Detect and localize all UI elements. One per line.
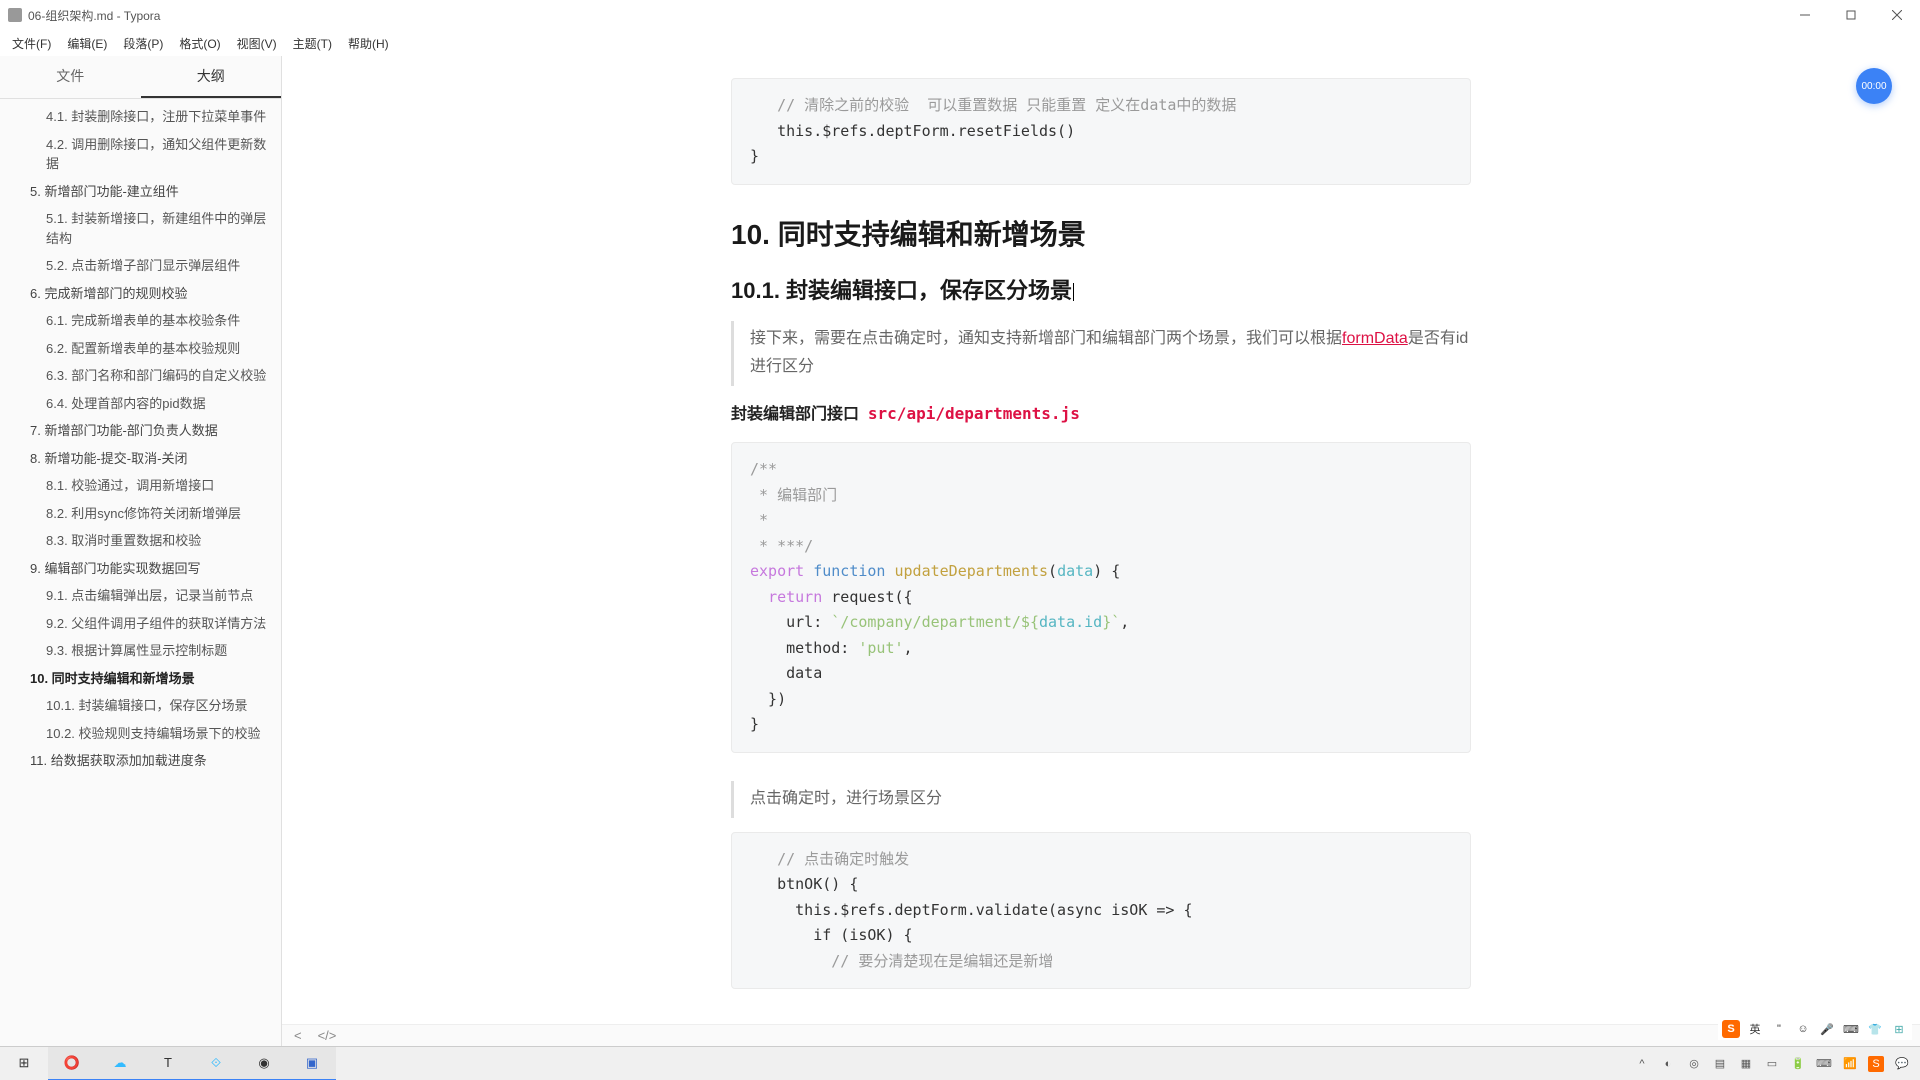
close-button[interactable] bbox=[1874, 0, 1920, 30]
menu-bar: 文件(F) 编辑(E) 段落(P) 格式(O) 视图(V) 主题(T) 帮助(H… bbox=[0, 30, 1920, 56]
outline-item[interactable]: 10. 同时支持编辑和新增场景 bbox=[0, 665, 281, 693]
tray-network-icon[interactable]: 📶 bbox=[1842, 1056, 1858, 1072]
app-icon bbox=[8, 8, 22, 22]
system-tray[interactable]: ^ ◐ ◎ ▤ ▦ ▭ 🔋 ⌨ 📶 S 💬 bbox=[1634, 1056, 1920, 1072]
code-block-btnok: // 点击确定时触发 btnOK() { this.$refs.deptForm… bbox=[731, 832, 1471, 990]
outline-item[interactable]: 4.1. 封装删除接口，注册下拉菜单事件 bbox=[0, 103, 281, 131]
outline-item[interactable]: 5. 新增部门功能-建立组件 bbox=[0, 178, 281, 206]
heading-10-1: 10.1. 封装编辑接口，保存区分场景 bbox=[731, 273, 1471, 305]
ime-punct-icon[interactable]: " bbox=[1770, 1020, 1788, 1038]
taskbar-powershell[interactable]: ▣ bbox=[288, 1047, 336, 1080]
outline-item[interactable]: 8.1. 校验通过，调用新增接口 bbox=[0, 472, 281, 500]
outline-item[interactable]: 10.2. 校验规则支持编辑场景下的校验 bbox=[0, 720, 281, 748]
tab-outline[interactable]: 大纲 bbox=[141, 56, 282, 98]
timer-badge[interactable]: 00:00 bbox=[1856, 68, 1892, 104]
heading-10: 10. 同时支持编辑和新增场景 bbox=[731, 213, 1471, 253]
outline-item[interactable]: 6.3. 部门名称和部门编码的自定义校验 bbox=[0, 362, 281, 390]
ime-voice-icon[interactable]: 🎤 bbox=[1818, 1020, 1836, 1038]
tray-keyboard-icon[interactable]: ⌨ bbox=[1816, 1056, 1832, 1072]
ime-emoji-icon[interactable]: ☺ bbox=[1794, 1020, 1812, 1038]
tray-battery-icon[interactable]: 🔋 bbox=[1790, 1056, 1806, 1072]
taskbar-chrome[interactable]: ◉ bbox=[240, 1047, 288, 1080]
outline-item[interactable]: 4.2. 调用删除接口，通知父组件更新数据 bbox=[0, 131, 281, 178]
tray-icon-4[interactable]: ▦ bbox=[1738, 1056, 1754, 1072]
menu-format[interactable]: 格式(O) bbox=[171, 32, 228, 55]
outline-item[interactable]: 9.1. 点击编辑弹出层，记录当前节点 bbox=[0, 582, 281, 610]
tray-icon-2[interactable]: ◎ bbox=[1686, 1056, 1702, 1072]
taskbar: ⊞ ⭕ ☁ T ⟐ ◉ ▣ ^ ◐ ◎ ▤ ▦ ▭ 🔋 ⌨ 📶 S 💬 bbox=[0, 1046, 1920, 1080]
outline-item[interactable]: 9.2. 父组件调用子组件的获取详情方法 bbox=[0, 610, 281, 638]
editor-area[interactable]: 00:00 // 清除之前的校验 可以重置数据 只能重置 定义在data中的数据… bbox=[282, 56, 1920, 1046]
maximize-button[interactable] bbox=[1828, 0, 1874, 30]
menu-theme[interactable]: 主题(T) bbox=[285, 32, 340, 55]
sidebar: 文件 大纲 4.1. 封装删除接口，注册下拉菜单事件4.2. 调用删除接口，通知… bbox=[0, 56, 282, 1046]
sogou-icon[interactable]: S bbox=[1722, 1020, 1740, 1038]
menu-paragraph[interactable]: 段落(P) bbox=[115, 32, 171, 55]
api-file-label: 封装编辑部门接口 src/api/departments.js bbox=[731, 400, 1471, 428]
outline-item[interactable]: 6. 完成新增部门的规则校验 bbox=[0, 280, 281, 308]
outline-list[interactable]: 4.1. 封装删除接口，注册下拉菜单事件4.2. 调用删除接口，通知父组件更新数… bbox=[0, 99, 281, 1046]
tab-files[interactable]: 文件 bbox=[0, 56, 141, 98]
tray-icon-1[interactable]: ◐ bbox=[1660, 1056, 1676, 1072]
menu-help[interactable]: 帮助(H) bbox=[340, 32, 397, 55]
menu-file[interactable]: 文件(F) bbox=[4, 32, 59, 55]
formdata-link[interactable]: formData bbox=[1342, 330, 1408, 347]
outline-item[interactable]: 6.2. 配置新增表单的基本校验规则 bbox=[0, 335, 281, 363]
code-block-update-dept: /** * 编辑部门 * * ***/ export function upda… bbox=[731, 442, 1471, 753]
minimize-button[interactable] bbox=[1782, 0, 1828, 30]
ime-skin-icon[interactable]: 👕 bbox=[1866, 1020, 1884, 1038]
blockquote-intro: 接下来，需要在点击确定时，通知支持新增部门和编辑部门两个场景，我们可以根据for… bbox=[731, 321, 1471, 387]
tray-icon-5[interactable]: ▭ bbox=[1764, 1056, 1780, 1072]
editor-footer: < </> bbox=[282, 1024, 1920, 1046]
blockquote-scene: 点击确定时，进行场景区分 bbox=[731, 781, 1471, 818]
menu-view[interactable]: 视图(V) bbox=[229, 32, 285, 55]
outline-item[interactable]: 8. 新增功能-提交-取消-关闭 bbox=[0, 445, 281, 473]
taskbar-app-1[interactable]: ⭕ bbox=[48, 1047, 96, 1080]
title-bar: 06-组织架构.md - Typora bbox=[0, 0, 1920, 30]
text-cursor bbox=[1073, 283, 1074, 301]
taskbar-vscode[interactable]: ⟐ bbox=[192, 1047, 240, 1080]
ime-lang-icon[interactable]: 英 bbox=[1746, 1020, 1764, 1038]
outline-item[interactable]: 9. 编辑部门功能实现数据回写 bbox=[0, 555, 281, 583]
ime-toolbar[interactable]: S 英 " ☺ 🎤 ⌨ 👕 ⊞ bbox=[1718, 1018, 1912, 1040]
nav-back[interactable]: < bbox=[294, 1028, 302, 1043]
start-button[interactable]: ⊞ bbox=[0, 1047, 48, 1080]
code-block-reset: // 清除之前的校验 可以重置数据 只能重置 定义在data中的数据 this.… bbox=[731, 78, 1471, 185]
outline-item[interactable]: 8.2. 利用sync修饰符关闭新增弹层 bbox=[0, 500, 281, 528]
tray-sogou-icon[interactable]: S bbox=[1868, 1056, 1884, 1072]
ime-toolbox-icon[interactable]: ⊞ bbox=[1890, 1020, 1908, 1038]
outline-item[interactable]: 8.3. 取消时重置数据和校验 bbox=[0, 527, 281, 555]
outline-item[interactable]: 10.1. 封装编辑接口，保存区分场景 bbox=[0, 692, 281, 720]
taskbar-app-2[interactable]: ☁ bbox=[96, 1047, 144, 1080]
outline-item[interactable]: 5.2. 点击新增子部门显示弹层组件 bbox=[0, 252, 281, 280]
outline-item[interactable]: 9.3. 根据计算属性显示控制标题 bbox=[0, 637, 281, 665]
tray-icon-3[interactable]: ▤ bbox=[1712, 1056, 1728, 1072]
outline-item[interactable]: 5.1. 封装新增接口，新建组件中的弹层结构 bbox=[0, 205, 281, 252]
outline-item[interactable]: 6.1. 完成新增表单的基本校验条件 bbox=[0, 307, 281, 335]
tray-chevron-icon[interactable]: ^ bbox=[1634, 1056, 1650, 1072]
outline-item[interactable]: 11. 给数据获取添加加载进度条 bbox=[0, 747, 281, 775]
window-title: 06-组织架构.md - Typora bbox=[28, 7, 160, 24]
ime-keyboard-icon[interactable]: ⌨ bbox=[1842, 1020, 1860, 1038]
taskbar-typora[interactable]: T bbox=[144, 1047, 192, 1080]
tray-notification-icon[interactable]: 💬 bbox=[1894, 1056, 1910, 1072]
outline-item[interactable]: 7. 新增部门功能-部门负责人数据 bbox=[0, 417, 281, 445]
menu-edit[interactable]: 编辑(E) bbox=[59, 32, 115, 55]
toggle-source[interactable]: </> bbox=[318, 1028, 337, 1043]
outline-item[interactable]: 6.4. 处理首部内容的pid数据 bbox=[0, 390, 281, 418]
